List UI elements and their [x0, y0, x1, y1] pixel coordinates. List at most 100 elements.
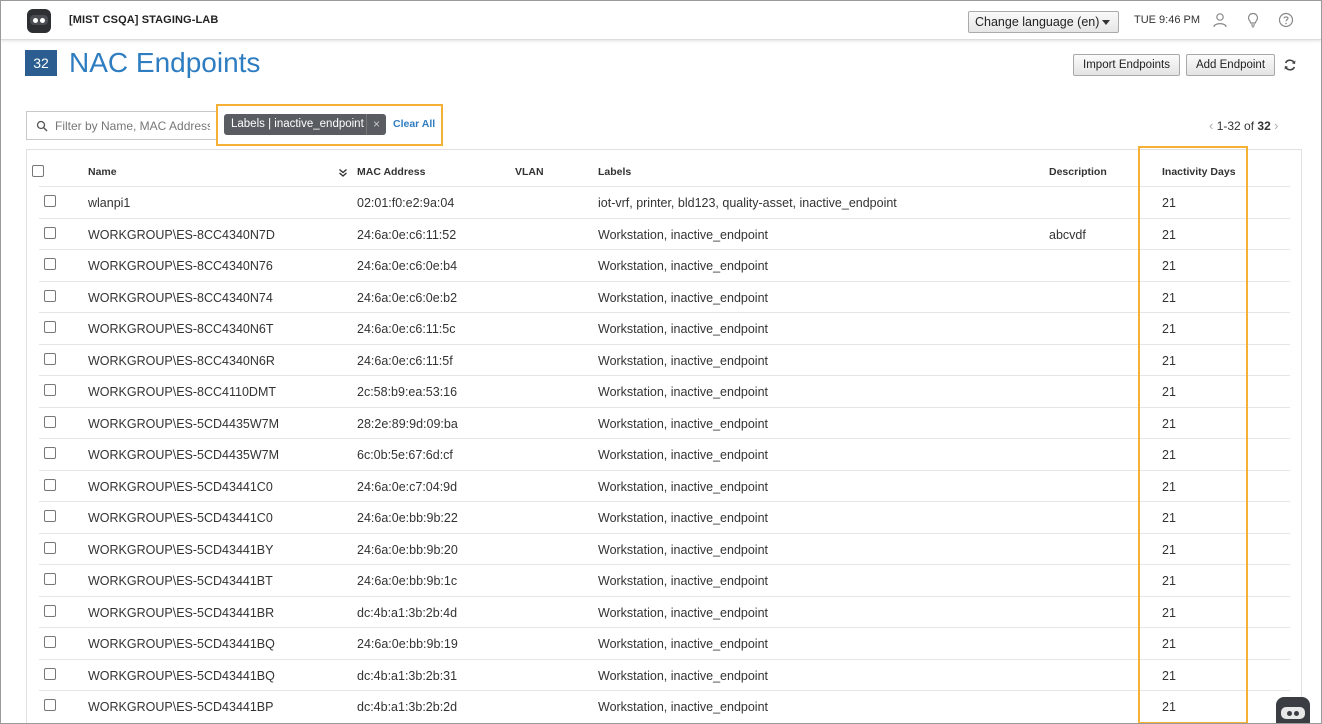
cell-name[interactable]: WORKGROUP\ES-8CC4110DMT [88, 385, 276, 399]
cell-mac: dc:4b:a1:3b:2b:4d [357, 605, 458, 620]
help-icon[interactable] [1278, 12, 1294, 28]
table-row[interactable]: WORKGROUP\ES-8CC4340N76 24:6a:0e:c6:0e:b4… [39, 249, 1290, 281]
pagination-total: 32 [1257, 119, 1271, 133]
row-checkbox[interactable] [44, 541, 56, 554]
cell-labels: Workstation, inactive_endpoint [598, 637, 769, 651]
add-endpoint-button[interactable]: Add Endpoint [1186, 54, 1275, 76]
cell-name[interactable]: WORKGROUP\ES-8CC4340N6T [88, 322, 273, 336]
top-bar: [MIST CSQA] STAGING-LAB Change language … [1, 1, 1321, 40]
table-row[interactable]: WORKGROUP\ES-5CD43441BY 24:6a:0e:bb:9b:20… [39, 532, 1290, 565]
cell-labels: Workstation, inactive_endpoint [598, 227, 769, 242]
inactivity-column-highlight [1138, 146, 1248, 723]
cell-mac: 24:6a:0e:c6:11:5c [357, 322, 456, 336]
chat-bot-icon[interactable] [1276, 697, 1310, 723]
table-row[interactable]: WORKGROUP\ES-8CC4340N6T 24:6a:0e:c6:11:5c… [39, 312, 1290, 344]
row-checkbox[interactable] [44, 289, 56, 302]
row-checkbox[interactable] [44, 510, 56, 522]
row-checkbox[interactable] [44, 352, 56, 365]
user-icon[interactable] [1212, 12, 1228, 28]
cell-mac: 02:01:f0:e2:9a:04 [357, 196, 455, 210]
label-filter-chip[interactable]: Labels | inactive_endpoint × [224, 114, 386, 135]
cell-name[interactable]: WORKGROUP\ES-5CD43441BP [88, 700, 273, 714]
close-icon[interactable]: × [366, 114, 386, 135]
row-checkbox[interactable] [44, 195, 56, 207]
row-checkbox[interactable] [44, 384, 56, 396]
table-row[interactable]: WORKGROUP\ES-8CC4340N6R 24:6a:0e:c6:11:5f… [39, 343, 1290, 376]
select-all-checkbox[interactable] [32, 165, 44, 177]
cell-name[interactable]: WORKGROUP\ES-8CC4340N74 [88, 291, 273, 305]
row-checkbox[interactable] [44, 447, 56, 459]
row-checkbox[interactable] [44, 573, 56, 585]
row-checkbox[interactable] [44, 636, 56, 648]
search-input[interactable] [55, 117, 210, 135]
table-row[interactable]: WORKGROUP\ES-5CD43441BT 24:6a:0e:bb:9b:1c… [39, 564, 1290, 596]
cell-labels: Workstation, inactive_endpoint [598, 574, 769, 588]
cell-name[interactable]: WORKGROUP\ES-5CD43441BT [88, 574, 273, 588]
column-header-vlan[interactable]: VLAN [515, 166, 544, 178]
cell-name[interactable]: WORKGROUP\ES-5CD43441BQ [88, 669, 275, 683]
sort-icon[interactable] [338, 168, 348, 178]
language-select[interactable]: Change language (en) [968, 11, 1119, 33]
cell-labels: Workstation, inactive_endpoint [598, 479, 769, 494]
cell-name[interactable]: WORKGROUP\ES-5CD43441BQ [88, 637, 275, 651]
cell-mac: 24:6a:0e:c6:0e:b4 [357, 259, 458, 273]
row-checkbox[interactable] [44, 415, 56, 428]
org-name[interactable]: [MIST CSQA] STAGING-LAB [69, 14, 218, 26]
cell-name[interactable]: WORKGROUP\ES-8CC4340N76 [88, 259, 273, 273]
cell-labels: Workstation, inactive_endpoint [598, 385, 769, 399]
clear-all-link[interactable]: Clear All [393, 118, 435, 130]
column-header-mac[interactable]: MAC Address [357, 166, 425, 178]
table-row[interactable]: WORKGROUP\ES-5CD43441C0 24:6a:0e:c7:04:9d… [39, 469, 1290, 502]
row-checkbox[interactable] [44, 321, 56, 333]
cell-labels: Workstation, inactive_endpoint [598, 542, 769, 557]
row-checkbox[interactable] [44, 478, 56, 491]
cell-labels: Workstation, inactive_endpoint [598, 416, 769, 431]
chevron-left-icon[interactable]: ‹ [1209, 118, 1213, 133]
cell-mac: 24:6a:0e:c6:0e:b2 [357, 290, 458, 305]
cell-name[interactable]: WORKGROUP\ES-5CD43441C0 [88, 511, 273, 525]
table-row[interactable]: WORKGROUP\ES-5CD4435W7M 28:2e:89:9d:09:ba… [39, 406, 1290, 439]
column-header-labels[interactable]: Labels [598, 166, 631, 178]
row-checkbox[interactable] [44, 604, 56, 617]
cell-name[interactable]: WORKGROUP\ES-5CD4435W7M [88, 417, 279, 431]
cell-labels: iot-vrf, printer, bld123, quality-asset,… [598, 196, 897, 210]
table-row[interactable]: WORKGROUP\ES-8CC4340N7D 24:6a:0e:c6:11:52… [39, 217, 1290, 250]
table-row[interactable]: WORKGROUP\ES-5CD43441BR dc:4b:a1:3b:2b:4d… [39, 595, 1290, 628]
cell-name[interactable]: WORKGROUP\ES-8CC4340N6R [88, 354, 275, 368]
cell-name[interactable]: WORKGROUP\ES-5CD43441BY [88, 543, 273, 557]
row-checkbox[interactable] [44, 258, 56, 270]
table-row[interactable]: WORKGROUP\ES-8CC4340N74 24:6a:0e:c6:0e:b2… [39, 280, 1290, 313]
cell-name[interactable]: WORKGROUP\ES-8CC4340N7D [88, 228, 275, 242]
table-row[interactable]: WORKGROUP\ES-5CD43441BP dc:4b:a1:3b:2b:2d… [39, 690, 1290, 722]
row-checkbox[interactable] [44, 699, 56, 711]
table-row[interactable]: WORKGROUP\ES-5CD43441C0 24:6a:0e:bb:9b:22… [39, 501, 1290, 533]
chevron-right-icon[interactable]: › [1274, 118, 1278, 133]
refresh-icon[interactable] [1283, 58, 1297, 72]
table-row[interactable]: WORKGROUP\ES-8CC4110DMT 2c:58:b9:ea:53:16… [39, 375, 1290, 407]
cell-name[interactable]: WORKGROUP\ES-5CD43441BR [88, 606, 274, 620]
table-row[interactable]: WORKGROUP\ES-5CD4435W7M 6c:0b:5e:67:6d:cf… [39, 438, 1290, 470]
page-title: NAC Endpoints [69, 47, 261, 78]
table-row[interactable]: WORKGROUP\ES-5CD43441BQ dc:4b:a1:3b:2b:31… [39, 658, 1290, 691]
cell-mac: 24:6a:0e:c6:11:5f [357, 353, 453, 368]
pagination: ‹ 1-32 of 32 › [1209, 118, 1278, 133]
mist-logo-icon[interactable] [27, 9, 51, 33]
column-header-name[interactable]: Name [88, 166, 117, 178]
cell-mac: 24:6a:0e:bb:9b:22 [357, 511, 458, 525]
search-box [26, 111, 216, 140]
row-checkbox[interactable] [44, 226, 56, 239]
cell-labels: Workstation, inactive_endpoint [598, 259, 769, 273]
column-header-description[interactable]: Description [1049, 166, 1107, 178]
cell-name[interactable]: wlanpi1 [88, 196, 130, 210]
cell-labels: Workstation, inactive_endpoint [598, 605, 769, 620]
table-row[interactable]: WORKGROUP\ES-5CD43441BQ 24:6a:0e:bb:9b:19… [39, 627, 1290, 659]
row-checkbox[interactable] [44, 667, 56, 680]
cell-name[interactable]: WORKGROUP\ES-5CD43441C0 [88, 480, 273, 494]
import-endpoints-button[interactable]: Import Endpoints [1073, 54, 1180, 76]
lightbulb-icon[interactable] [1245, 12, 1261, 28]
cell-name[interactable]: WORKGROUP\ES-5CD4435W7M [88, 448, 279, 462]
cell-mac: 24:6a:0e:bb:9b:1c [357, 574, 458, 588]
table-row[interactable]: wlanpi1 02:01:f0:e2:9a:04 iot-vrf, printer… [39, 186, 1290, 218]
cell-labels: Workstation, inactive_endpoint [598, 448, 769, 462]
cell-labels: Workstation, inactive_endpoint [598, 322, 769, 336]
